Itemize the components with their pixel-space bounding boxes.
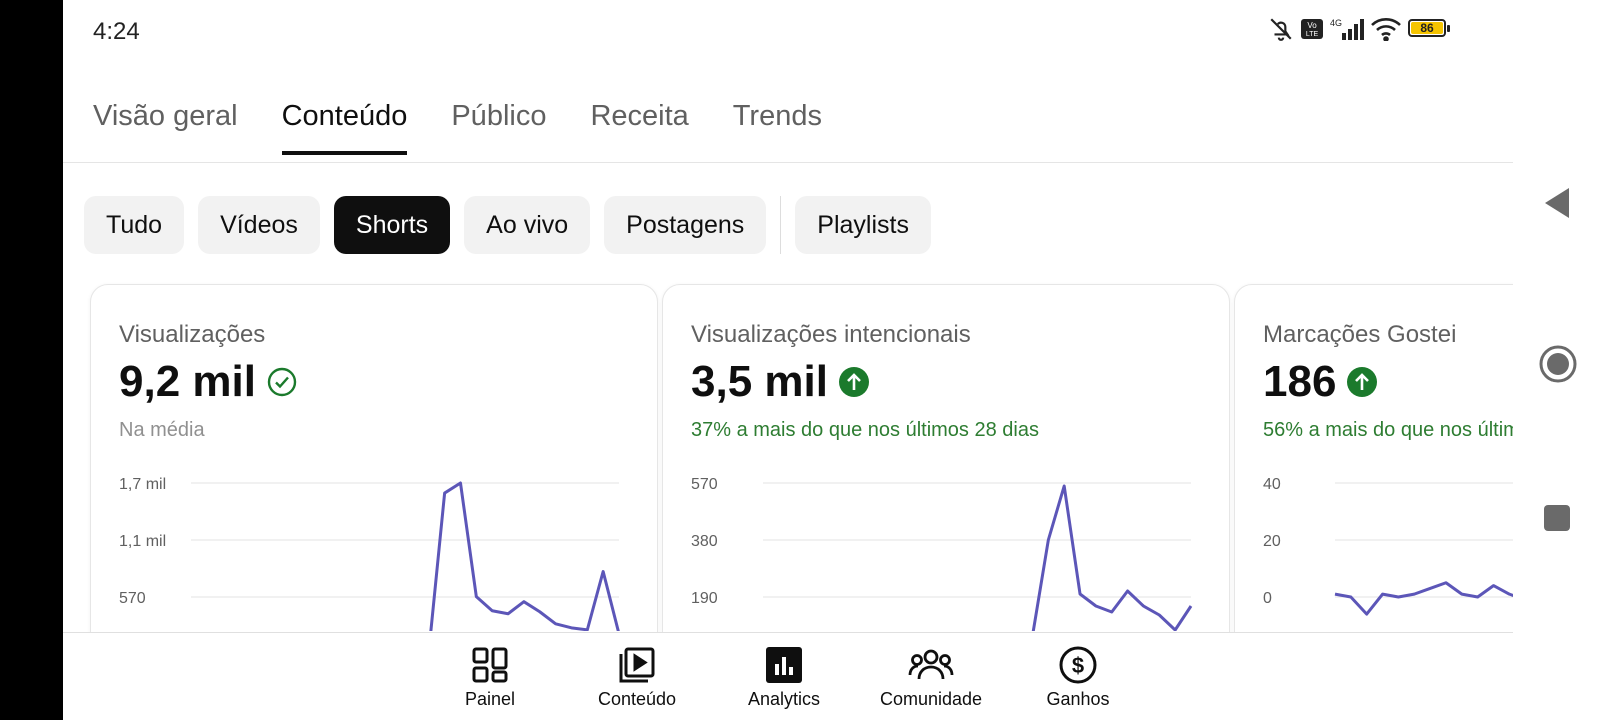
svg-text:Vo: Vo bbox=[1307, 21, 1317, 30]
arrow-up-circle-icon bbox=[838, 366, 870, 398]
volte-icon: VoLTE bbox=[1300, 18, 1324, 40]
y-tick-label: 1,1 mil bbox=[119, 533, 166, 550]
metric-card-intentional-views[interactable]: Visualizações intencionais 3,5 mil 37% a… bbox=[662, 284, 1230, 632]
chip-ao-vivo[interactable]: Ao vivo bbox=[464, 196, 590, 254]
tab-receita[interactable]: Receita bbox=[590, 100, 688, 155]
nav-label: Comunidade bbox=[880, 689, 982, 710]
card-title: Marcações Gostei bbox=[1263, 321, 1456, 349]
card-subtitle: 37% a mais do que nos últimos 28 dias bbox=[691, 419, 1039, 442]
nav-label: Conteúdo bbox=[598, 689, 676, 710]
series-line bbox=[763, 486, 1191, 631]
chip-videos[interactable]: Vídeos bbox=[198, 196, 320, 254]
chip-separator bbox=[780, 196, 781, 254]
battery-level: 86 bbox=[1411, 21, 1443, 35]
battery-icon: 86 bbox=[1408, 19, 1452, 39]
metric-cards-carousel[interactable]: Visualizações 9,2 mil Na média 1,7 mil1,… bbox=[63, 282, 1513, 632]
metric-card-likes[interactable]: Marcações Gostei 186 56% a mais do que n… bbox=[1234, 284, 1513, 632]
y-tick-label: 20 bbox=[1263, 533, 1281, 550]
metric-card-views[interactable]: Visualizações 9,2 mil Na média 1,7 mil1,… bbox=[90, 284, 658, 632]
nav-conteudo[interactable]: Conteúdo bbox=[567, 645, 707, 710]
series-line bbox=[191, 483, 619, 631]
card-value: 9,2 mil bbox=[119, 357, 256, 407]
dashboard-icon bbox=[470, 645, 510, 685]
line-chart-views: 1,7 mil 1,1 mil 570 bbox=[119, 471, 629, 631]
card-title: Visualizações bbox=[119, 321, 265, 349]
nav-label: Ganhos bbox=[1046, 689, 1109, 710]
y-tick-label: 570 bbox=[119, 590, 146, 607]
bell-off-icon bbox=[1268, 16, 1294, 42]
card-subtitle: Na média bbox=[119, 419, 205, 442]
cell-signal-icon: 4G bbox=[1330, 17, 1364, 41]
y-tick-label: 570 bbox=[691, 476, 718, 493]
tab-visao-geral[interactable]: Visão geral bbox=[93, 100, 238, 155]
earnings-icon: $ bbox=[1058, 645, 1098, 685]
wifi-icon bbox=[1370, 17, 1402, 41]
arrow-up-circle-icon bbox=[1346, 366, 1378, 398]
y-tick-label: 190 bbox=[691, 590, 718, 607]
tabs-divider bbox=[63, 162, 1513, 163]
community-icon bbox=[908, 645, 954, 685]
chip-postagens[interactable]: Postagens bbox=[604, 196, 766, 254]
tab-publico[interactable]: Público bbox=[451, 100, 546, 155]
top-tabs: Visão geral Conteúdo Público Receita Tre… bbox=[93, 100, 866, 155]
nav-label: Analytics bbox=[748, 689, 820, 710]
left-black-bar bbox=[0, 0, 63, 720]
content-icon bbox=[617, 645, 657, 685]
card-value-row: 186 bbox=[1263, 357, 1378, 407]
line-chart-likes: 40 20 0 bbox=[1263, 471, 1513, 631]
system-back-icon[interactable] bbox=[1543, 186, 1571, 220]
svg-text:4G: 4G bbox=[1330, 18, 1342, 28]
card-value: 186 bbox=[1263, 357, 1336, 407]
chip-tudo[interactable]: Tudo bbox=[84, 196, 184, 254]
line-chart-intentional-views: 570 380 190 bbox=[691, 471, 1201, 631]
card-title: Visualizações intencionais bbox=[691, 321, 971, 349]
series-line bbox=[1335, 583, 1513, 614]
y-tick-label: 380 bbox=[691, 533, 718, 550]
nav-comunidade[interactable]: Comunidade bbox=[861, 645, 1001, 710]
chip-shorts[interactable]: Shorts bbox=[334, 196, 450, 254]
nav-painel[interactable]: Painel bbox=[420, 645, 560, 710]
status-time: 4:24 bbox=[93, 18, 140, 46]
card-subtitle: 56% a mais do que nos últimos 28 dias bbox=[1263, 419, 1513, 442]
card-value-row: 3,5 mil bbox=[691, 357, 870, 407]
analytics-icon bbox=[764, 645, 804, 685]
filter-chips: Tudo Vídeos Shorts Ao vivo Postagens Pla… bbox=[84, 196, 945, 254]
chip-playlists[interactable]: Playlists bbox=[795, 196, 931, 254]
svg-text:LTE: LTE bbox=[1306, 31, 1319, 38]
bottom-navigation: Painel Conteúdo Analytics Comunidade $ G… bbox=[63, 632, 1513, 721]
status-icons: VoLTE 4G 86 bbox=[1268, 16, 1452, 42]
nav-analytics[interactable]: Analytics bbox=[714, 645, 854, 710]
check-circle-icon bbox=[266, 366, 298, 398]
nav-ganhos[interactable]: $ Ganhos bbox=[1008, 645, 1148, 710]
y-tick-label: 0 bbox=[1263, 590, 1272, 607]
y-tick-label: 40 bbox=[1263, 476, 1281, 493]
system-recents-icon[interactable] bbox=[1543, 504, 1571, 532]
tab-trends[interactable]: Trends bbox=[733, 100, 822, 155]
nav-label: Painel bbox=[465, 689, 515, 710]
card-value-row: 9,2 mil bbox=[119, 357, 298, 407]
y-tick-label: 1,7 mil bbox=[119, 476, 166, 493]
card-value: 3,5 mil bbox=[691, 357, 828, 407]
system-home-icon[interactable] bbox=[1538, 344, 1578, 384]
svg-text:$: $ bbox=[1072, 653, 1084, 678]
tab-conteudo[interactable]: Conteúdo bbox=[282, 100, 408, 155]
